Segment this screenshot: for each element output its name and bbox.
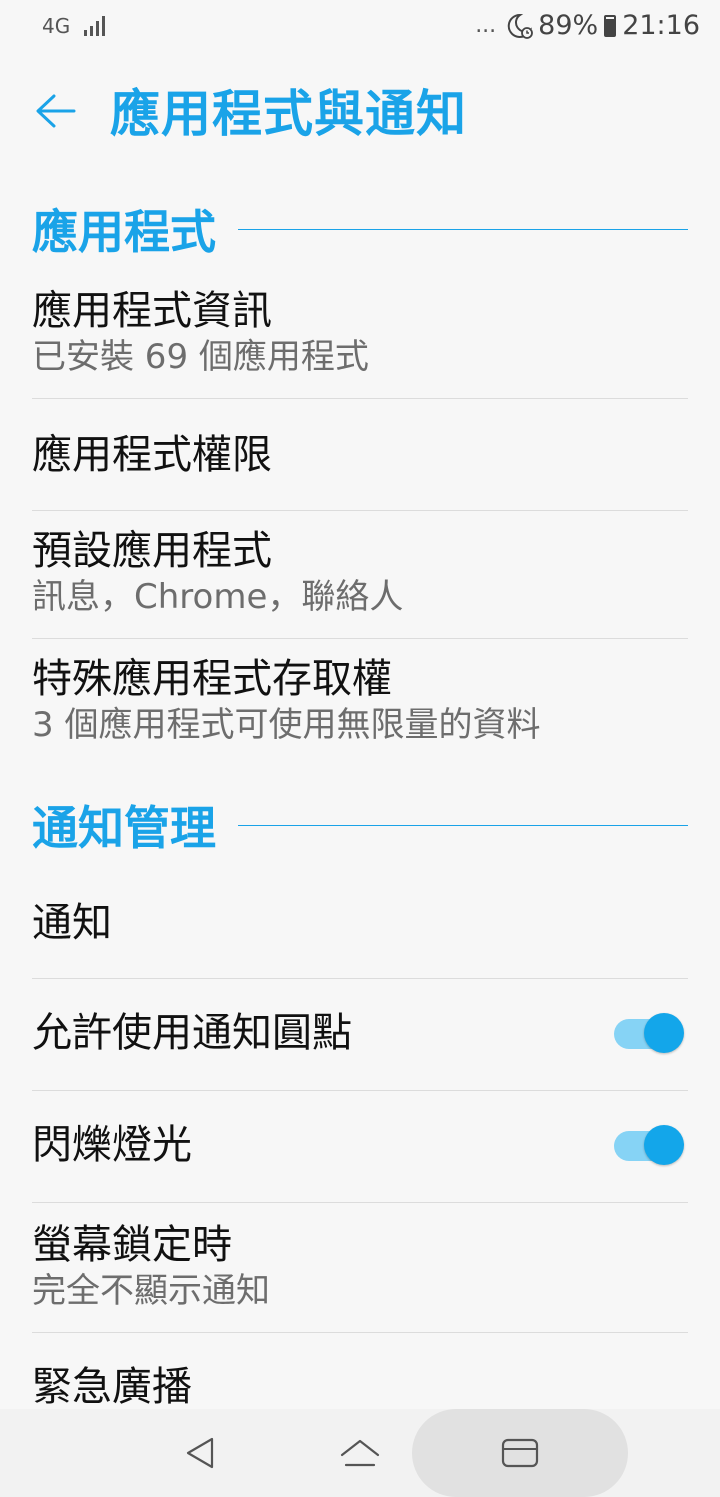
battery-percent: 89% (538, 10, 599, 41)
item-subtitle: 3 個應用程式可使用無限量的資料 (32, 705, 541, 745)
battery-icon (604, 14, 617, 37)
divider (32, 638, 688, 639)
item-title: 螢幕鎖定時 (32, 1222, 232, 1268)
list-item-blink-light[interactable]: 閃爍燈光 (32, 1120, 688, 1170)
list-item-app-info[interactable]: 應用程式資訊 已安裝 69 個應用程式 (32, 286, 688, 378)
item-title: 特殊應用程式存取權 (32, 656, 392, 702)
item-title: 應用程式權限 (32, 432, 272, 478)
list-item-special-access[interactable]: 特殊應用程式存取權 3 個應用程式可使用無限量的資料 (32, 654, 688, 746)
item-subtitle: 訊息，Chrome，聯絡人 (32, 577, 404, 617)
divider (32, 1202, 688, 1203)
item-title: 閃爍燈光 (32, 1122, 192, 1168)
list-item-app-permissions[interactable]: 應用程式權限 (32, 430, 688, 480)
blink-light-toggle[interactable] (614, 1125, 684, 1165)
toggle-thumb (644, 1013, 684, 1053)
signal-icon (84, 14, 106, 36)
item-subtitle: 完全不顯示通知 (32, 1271, 270, 1311)
page-title: 應用程式與通知 (110, 85, 467, 143)
network-type: 4G (42, 14, 71, 38)
status-bar: 4G ... 89% 21:16 (0, 0, 720, 58)
divider (32, 1332, 688, 1333)
divider (32, 398, 688, 399)
list-item-default-apps[interactable]: 預設應用程式 訊息，Chrome，聯絡人 (32, 526, 688, 618)
list-item-emergency-broadcast[interactable]: 緊急廣播 (32, 1362, 688, 1412)
home-icon[interactable] (336, 1433, 384, 1477)
divider (32, 510, 688, 511)
divider (32, 978, 688, 979)
list-item-notification-dots[interactable]: 允許使用通知圓點 (32, 1008, 688, 1058)
triangle-back-icon[interactable] (180, 1431, 224, 1475)
status-right: ... 89% 21:16 (475, 10, 700, 41)
do-not-disturb-moon-icon (507, 13, 534, 39)
section-header-apps: 應用程式 (32, 194, 688, 264)
item-title: 預設應用程式 (32, 528, 272, 574)
section-header-notifications: 通知管理 (32, 790, 688, 860)
navigation-bar (0, 1409, 720, 1497)
clock: 21:16 (622, 10, 700, 41)
item-title: 應用程式資訊 (32, 288, 272, 334)
toggle-thumb (644, 1125, 684, 1165)
divider (32, 1090, 688, 1091)
section-title: 應用程式 (32, 205, 216, 259)
section-divider (238, 824, 688, 826)
list-item-lock-screen[interactable]: 螢幕鎖定時 完全不顯示通知 (32, 1220, 688, 1312)
section-title: 通知管理 (32, 801, 216, 855)
section-divider (238, 228, 688, 230)
arrow-left-icon[interactable] (28, 84, 84, 140)
status-left: 4G (42, 14, 106, 38)
recent-apps-icon (501, 1438, 539, 1468)
item-title: 通知 (32, 900, 112, 946)
more-notifications-icon: ... (475, 13, 497, 38)
item-title: 允許使用通知圓點 (32, 1010, 352, 1056)
app-header: 應用程式與通知 (0, 58, 720, 178)
notification-dots-toggle[interactable] (614, 1013, 684, 1053)
item-subtitle: 已安裝 69 個應用程式 (32, 337, 369, 377)
list-item-notifications[interactable]: 通知 (32, 898, 688, 948)
item-title: 緊急廣播 (32, 1364, 192, 1410)
recent-apps-button[interactable] (412, 1409, 628, 1497)
